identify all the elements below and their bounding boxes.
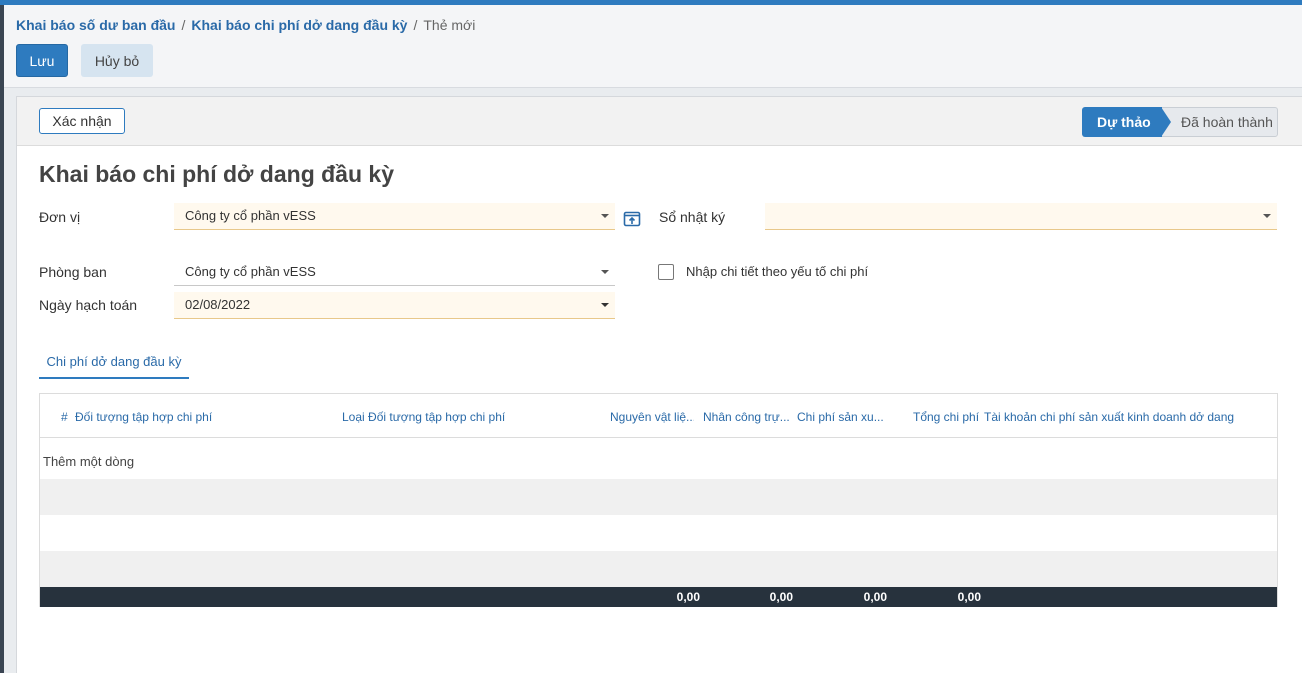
stage-draft[interactable]: Dự thảo (1082, 107, 1162, 137)
nhap-chi-tiet-checkbox[interactable] (658, 264, 674, 280)
label-phong-ban: Phòng ban (39, 264, 107, 280)
breadcrumb-separator: / (181, 17, 186, 33)
ngay-hach-toan-value: 02/08/2022 (185, 297, 251, 312)
table-header: # Đối tượng tập hợp chi phí Loại Đối tượ… (40, 394, 1277, 438)
control-panel: Khai báo số dư ban đầu / Khai báo chi phí … (4, 5, 1302, 88)
cost-lines-table: # Đối tượng tập hợp chi phí Loại Đối tượ… (39, 393, 1278, 607)
total-direct-labor: 0,00 (769, 590, 793, 604)
save-button[interactable]: Lưu (16, 44, 68, 77)
column-header-index[interactable]: # (61, 410, 68, 424)
table-row (40, 479, 1277, 515)
cancel-button[interactable]: Hủy bỏ (81, 44, 153, 77)
form-sheet: Xác nhận Đã hoàn thành Dự thảo Khai báo … (16, 96, 1302, 673)
form-title: Khai báo chi phí dở dang đầu kỳ (39, 161, 394, 187)
breadcrumb-separator: / (413, 17, 418, 33)
tab-chi-phi-do-dang[interactable]: Chi phí dở dang đầu kỳ (39, 347, 189, 379)
table-row: Thêm một dòng (40, 438, 1277, 474)
phong-ban-value: Công ty cổ phần vESS (185, 264, 316, 279)
column-header-wip-account[interactable]: Tài khoản chi phí sản xuất kinh doanh dở… (984, 410, 1234, 424)
column-header-cost-object-type[interactable]: Loại Đối tượng tập hợp chi phí (342, 410, 505, 424)
stage-arrow (1161, 107, 1171, 137)
total-cost: 0,00 (957, 590, 981, 604)
stage-done[interactable]: Đã hoàn thành (1161, 107, 1278, 137)
label-ngay-hach-toan: Ngày hạch toán (39, 297, 138, 313)
total-production-cost: 0,00 (863, 590, 887, 604)
total-materials: 0,00 (676, 590, 700, 604)
confirm-button[interactable]: Xác nhận (39, 108, 125, 134)
label-nhap-chi-tiet: Nhập chi tiết theo yếu tố chi phí (686, 264, 869, 279)
breadcrumb-item-opening-balance[interactable]: Khai báo số dư ban đầu (16, 17, 175, 33)
column-header-materials[interactable]: Nguyên vật liệ... (610, 410, 694, 424)
breadcrumb-item-wip-cost[interactable]: Khai báo chi phí dở dang đầu kỳ (191, 17, 407, 33)
chevron-down-icon (601, 214, 609, 218)
table-footer: 0,00 0,00 0,00 0,00 (40, 587, 1277, 607)
chevron-down-icon (601, 303, 609, 307)
phong-ban-select[interactable]: Công ty cổ phần vESS (174, 259, 615, 286)
label-don-vi: Đơn vị (39, 209, 81, 225)
breadcrumb-current: Thẻ mới (423, 17, 476, 33)
chevron-down-icon (601, 270, 609, 274)
ngay-hach-toan-field[interactable]: 02/08/2022 (174, 292, 615, 319)
add-line-link[interactable]: Thêm một dòng (43, 454, 134, 469)
status-bar: Xác nhận Đã hoàn thành Dự thảo (17, 97, 1302, 146)
external-link-icon[interactable] (623, 210, 641, 228)
column-header-production-cost[interactable]: Chi phí sản xu... (797, 410, 883, 424)
table-row (40, 551, 1277, 587)
don-vi-select[interactable]: Công ty cổ phần vESS (174, 203, 615, 230)
don-vi-value: Công ty cổ phần vESS (185, 208, 316, 223)
chevron-down-icon (1263, 214, 1271, 218)
breadcrumb: Khai báo số dư ban đầu / Khai báo chi phí … (16, 17, 475, 33)
label-so-nhat-ky: Sổ nhật ký (659, 209, 726, 225)
column-header-cost-object[interactable]: Đối tượng tập hợp chi phí (75, 410, 212, 424)
column-header-direct-labor[interactable]: Nhân công trự... (703, 410, 789, 424)
column-header-total-cost[interactable]: Tổng chi phí (913, 410, 979, 424)
table-row (40, 515, 1277, 551)
so-nhat-ky-select[interactable] (765, 203, 1277, 230)
